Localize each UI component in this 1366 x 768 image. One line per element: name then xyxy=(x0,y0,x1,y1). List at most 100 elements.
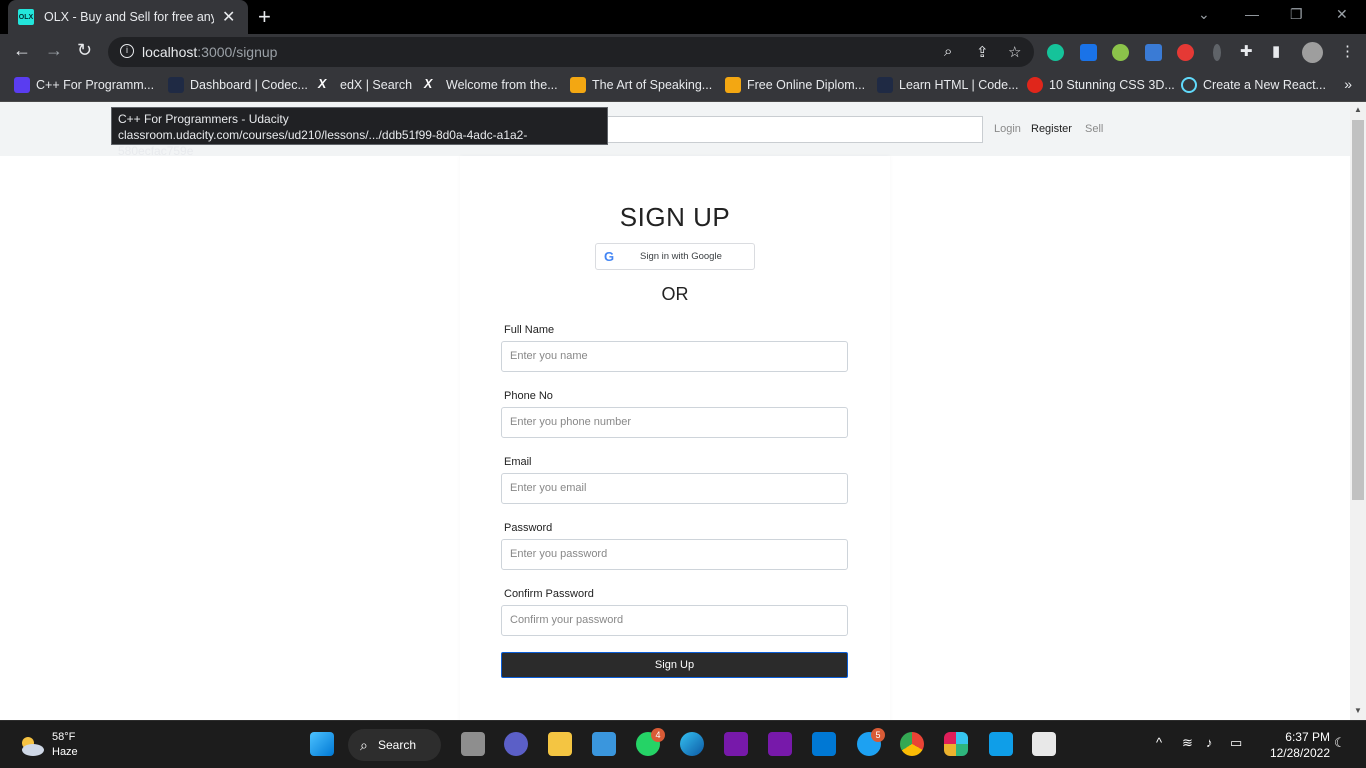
scroll-down-icon[interactable]: ▼ xyxy=(1354,706,1362,715)
signup-card: SIGN UP G Sign in with Google OR Full Na… xyxy=(460,156,890,720)
password-label: Password xyxy=(504,522,553,534)
google-button-label: Sign in with Google xyxy=(640,251,722,262)
volume-icon[interactable]: ♪ xyxy=(1206,735,1213,750)
bookmark-item[interactable]: X Welcome from the... xyxy=(424,77,558,93)
phone-input[interactable]: Enter you phone number xyxy=(501,407,848,438)
udacity-icon xyxy=(14,77,30,93)
confirm-password-input[interactable]: Confirm your password xyxy=(501,605,848,636)
tray-overflow-icon[interactable]: ^ xyxy=(1156,735,1162,750)
battery-icon[interactable]: ▭ xyxy=(1230,735,1242,751)
onenote-icon[interactable] xyxy=(724,732,748,756)
menu-kebab-icon[interactable]: ⋮ xyxy=(1340,42,1355,60)
wifi-icon[interactable]: ≋ xyxy=(1182,735,1193,751)
minimize-icon[interactable]: — xyxy=(1245,6,1259,22)
restore-icon[interactable]: ❐ xyxy=(1290,6,1303,23)
google-icon: G xyxy=(604,248,615,264)
login-link[interactable]: Login xyxy=(994,123,1021,135)
olx-favicon-icon: OLX xyxy=(18,9,34,25)
password-input[interactable]: Enter you password xyxy=(501,539,848,570)
full-name-label: Full Name xyxy=(504,324,555,336)
back-icon[interactable]: ← xyxy=(13,40,31,61)
tab-olx[interactable]: OLX OLX - Buy and Sell for free anywhere… xyxy=(8,0,248,34)
full-name-input[interactable]: Enter you name xyxy=(501,341,848,372)
clock-date: 12/28/2022 xyxy=(1269,746,1330,760)
edx-icon: X xyxy=(318,77,327,91)
cloudy-weather-icon xyxy=(18,735,44,756)
browser-toolbar: ← → ↻ i localhost:3000/signup ⌕ ⇪ ☆ ✚ ▮ … xyxy=(0,34,1366,70)
weather-widget[interactable]: 58°F Haze xyxy=(18,730,78,760)
zoom-icon[interactable]: ⌕ xyxy=(944,43,952,60)
sell-link[interactable]: Sell xyxy=(1085,123,1103,135)
vscode-icon[interactable] xyxy=(812,732,836,756)
bookmarks-overflow-icon[interactable]: » xyxy=(1344,76,1352,92)
page-scrollbar[interactable]: ▲ ▼ xyxy=(1350,102,1366,720)
twitter-badge: 5 xyxy=(871,728,885,742)
profile-avatar[interactable] xyxy=(1302,42,1323,63)
slack-icon[interactable] xyxy=(944,732,968,756)
windows-start-icon[interactable] xyxy=(310,732,334,756)
new-tab-icon[interactable]: + xyxy=(258,4,271,30)
email-input[interactable]: Enter you email xyxy=(501,473,848,504)
bookmark-item[interactable]: The Art of Speaking... xyxy=(570,77,712,93)
bookmark-item[interactable]: C++ For Programm... xyxy=(14,77,154,93)
tab-close-icon[interactable]: ✕ xyxy=(222,7,235,27)
bookmark-item[interactable]: 10 Stunning CSS 3D... xyxy=(1027,77,1175,93)
extension-icon[interactable] xyxy=(1080,44,1097,61)
window-close-icon[interactable]: ✕ xyxy=(1336,6,1348,23)
tab-strip: OLX OLX - Buy and Sell for free anywhere… xyxy=(0,0,1366,34)
register-link[interactable]: Register xyxy=(1031,123,1072,135)
side-panel-icon[interactable]: ▮ xyxy=(1272,42,1280,60)
react-icon xyxy=(1181,77,1197,93)
scroll-up-icon[interactable]: ▲ xyxy=(1354,105,1362,114)
remote-desktop-icon[interactable] xyxy=(989,732,1013,756)
bookmark-item[interactable]: Free Online Diplom... xyxy=(725,77,865,93)
address-bar[interactable]: i localhost:3000/signup ⌕ ⇪ ☆ xyxy=(108,37,1034,67)
edx-icon: X xyxy=(424,77,433,91)
edge-browser-icon[interactable] xyxy=(680,732,704,756)
adblock-extension-icon[interactable] xyxy=(1177,44,1194,61)
bookmark-star-icon[interactable]: ☆ xyxy=(1008,43,1021,61)
bookmark-item[interactable]: Dashboard | Codec... xyxy=(168,77,308,93)
grammarly-extension-icon[interactable] xyxy=(1047,44,1064,61)
codecademy-icon xyxy=(168,77,184,93)
taskbar-search[interactable]: ⌕ Search xyxy=(348,729,441,761)
lightbulb-extension-icon[interactable] xyxy=(1112,44,1129,61)
system-clock[interactable]: 6:37 PM 12/28/2022 xyxy=(1250,729,1330,761)
tab-search-icon[interactable]: ⌄ xyxy=(1198,6,1210,23)
tab-title: OLX - Buy and Sell for free anywhere xyxy=(44,10,214,24)
windows-taskbar: 58°F Haze ⌕ Search 4 5 ^ ≋ ♪ ▭ 6:37 PM 1… xyxy=(0,720,1366,768)
alison-icon xyxy=(570,77,586,93)
snipping-tool-icon[interactable] xyxy=(1032,732,1056,756)
address-url: localhost:3000/signup xyxy=(142,44,278,60)
alison-icon xyxy=(725,77,741,93)
page-title: SIGN UP xyxy=(619,202,731,232)
bookmark-item[interactable]: Create a New React... xyxy=(1181,77,1326,93)
bookmark-item[interactable]: XedX | Search xyxy=(318,77,412,93)
scrollbar-thumb[interactable] xyxy=(1352,120,1364,500)
or-divider: OR xyxy=(661,284,689,304)
youtube-icon xyxy=(1027,77,1043,93)
teams-chat-icon[interactable] xyxy=(504,732,528,756)
clock-time: 6:37 PM xyxy=(1285,730,1330,744)
site-info-icon[interactable]: i xyxy=(120,44,134,58)
whatsapp-badge: 4 xyxy=(651,728,665,742)
forward-icon[interactable]: → xyxy=(45,40,63,61)
share-icon[interactable]: ⇪ xyxy=(976,43,989,61)
microsoft-store-icon[interactable] xyxy=(592,732,616,756)
tooltip-url: classroom.udacity.com/courses/ud210/less… xyxy=(118,128,528,158)
reload-icon[interactable]: ↻ xyxy=(77,40,92,61)
page-viewport: Login Register Sell SIGN UP G Sign in wi… xyxy=(0,102,1350,720)
bookmark-item[interactable]: Learn HTML | Code... xyxy=(877,77,1019,93)
mic-extension-icon[interactable] xyxy=(1213,44,1221,61)
pen-extension-icon[interactable] xyxy=(1145,44,1162,61)
file-explorer-icon[interactable] xyxy=(548,732,572,756)
extensions-puzzle-icon[interactable]: ✚ xyxy=(1240,42,1253,60)
google-signin-button[interactable]: G Sign in with Google xyxy=(595,243,755,270)
onenote-icon[interactable] xyxy=(768,732,792,756)
task-view-icon[interactable] xyxy=(461,732,485,756)
signup-submit-button[interactable]: Sign Up xyxy=(501,652,848,678)
chrome-icon[interactable] xyxy=(900,732,924,756)
bookmarks-bar: C++ For Programm... Dashboard | Codec...… xyxy=(0,70,1366,102)
tooltip-title: C++ For Programmers - Udacity xyxy=(118,112,289,126)
notifications-icon[interactable]: ☾ xyxy=(1334,735,1346,751)
